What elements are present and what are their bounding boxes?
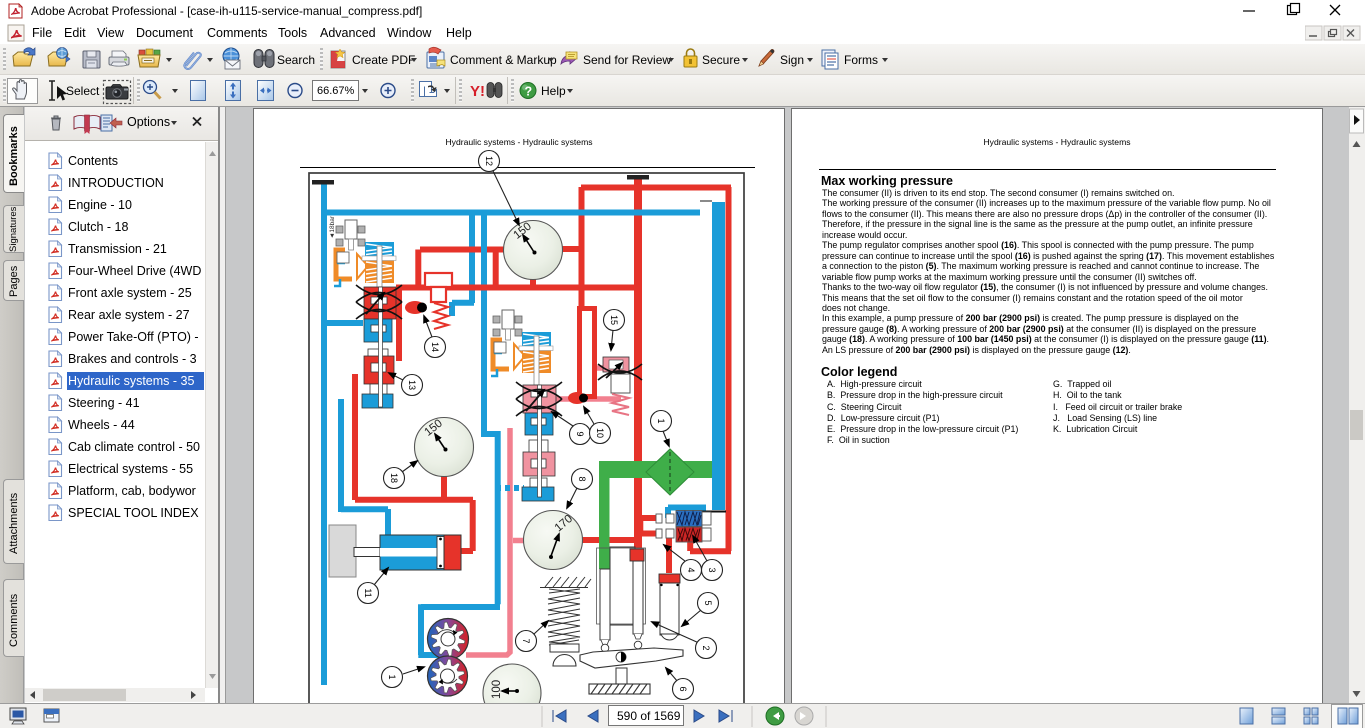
- svg-text:13: 13: [407, 380, 417, 390]
- svg-text:4: 4: [686, 567, 696, 572]
- svg-text:3: 3: [707, 567, 717, 572]
- svg-text:14: 14: [430, 342, 440, 352]
- svg-text:1: 1: [656, 418, 666, 423]
- svg-text:100: 100: [491, 680, 503, 699]
- svg-text:◄18bar: ◄18bar: [329, 215, 336, 239]
- svg-text:9: 9: [575, 431, 585, 436]
- svg-text:15: 15: [609, 315, 619, 325]
- svg-text:5: 5: [703, 600, 713, 605]
- svg-text:8: 8: [577, 476, 587, 481]
- svg-text:1: 1: [387, 674, 397, 679]
- svg-text:18: 18: [389, 473, 399, 483]
- svg-text:2: 2: [701, 645, 711, 650]
- svg-text:6: 6: [678, 686, 688, 691]
- svg-text:12: 12: [484, 156, 494, 166]
- svg-text:11: 11: [363, 588, 373, 597]
- svg-text:Y!: Y!: [470, 83, 485, 100]
- svg-text:10: 10: [595, 428, 605, 438]
- svg-text:7: 7: [521, 638, 531, 643]
- svg-text:?: ?: [525, 85, 533, 99]
